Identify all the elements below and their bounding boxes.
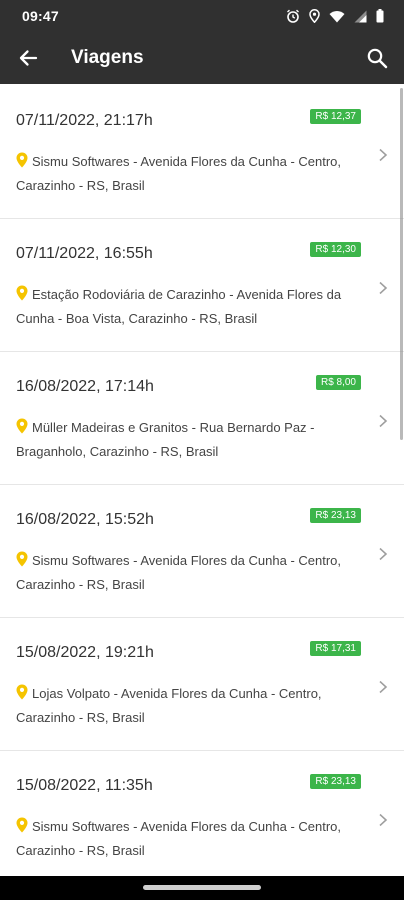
trip-address-block: Sismu Softwares - Avenida Flores da Cunh… — [16, 815, 351, 863]
status-bar: 09:47 — [0, 0, 404, 32]
app-bar: Viagens — [0, 32, 404, 84]
chevron-right-icon — [379, 281, 388, 295]
trip-item[interactable]: 07/11/2022, 21:17h R$ 12,37 Sismu Softwa… — [0, 86, 404, 219]
trip-item[interactable]: 15/08/2022, 11:35h R$ 23,13 Sismu Softwa… — [0, 751, 404, 876]
trip-address: Sismu Softwares - Avenida Flores da Cunh… — [16, 553, 342, 592]
battery-icon — [376, 9, 384, 23]
location-pin-icon — [16, 152, 28, 168]
trip-date: 07/11/2022, 16:55h — [16, 245, 153, 262]
price-badge: R$ 12,37 — [310, 109, 361, 124]
trip-item[interactable]: 16/08/2022, 15:52h R$ 23,13 Sismu Softwa… — [0, 485, 404, 618]
status-icons — [286, 9, 384, 23]
search-icon[interactable] — [366, 47, 388, 69]
trip-date: 15/08/2022, 19:21h — [16, 644, 154, 661]
location-pin-icon — [16, 418, 28, 434]
trip-address-block: Müller Madeiras e Granitos - Rua Bernard… — [16, 416, 351, 464]
trip-address-block: Sismu Softwares - Avenida Flores da Cunh… — [16, 549, 351, 597]
trip-date: 16/08/2022, 15:52h — [16, 511, 154, 528]
trip-item[interactable]: 07/11/2022, 16:55h R$ 12,30 Estação Rodo… — [0, 219, 404, 352]
trip-address: Müller Madeiras e Granitos - Rua Bernard… — [16, 420, 315, 459]
location-pin-icon — [16, 684, 28, 700]
trip-date: 07/11/2022, 21:17h — [16, 112, 153, 129]
gesture-nav-bar — [0, 876, 404, 900]
page-title: Viagens — [71, 47, 144, 68]
chevron-right-icon — [379, 680, 388, 694]
trip-address: Estação Rodoviária de Carazinho - Avenid… — [16, 287, 342, 326]
home-gesture-handle[interactable] — [143, 885, 261, 890]
arrow-left-icon[interactable] — [18, 48, 38, 68]
wifi-icon — [329, 10, 345, 22]
trip-address: Sismu Softwares - Avenida Flores da Cunh… — [16, 819, 342, 858]
trip-address-block: Estação Rodoviária de Carazinho - Avenid… — [16, 283, 351, 331]
chevron-right-icon — [379, 813, 388, 827]
trip-item[interactable]: 15/08/2022, 19:21h R$ 17,31 Lojas Volpat… — [0, 618, 404, 751]
price-badge: R$ 23,13 — [310, 508, 361, 523]
trip-address-block: Lojas Volpato - Avenida Flores da Cunha … — [16, 682, 351, 730]
location-pin-icon — [16, 285, 28, 301]
location-pin-icon — [16, 551, 28, 567]
trip-date: 15/08/2022, 11:35h — [16, 777, 153, 794]
chevron-right-icon — [379, 414, 388, 428]
trip-address: Lojas Volpato - Avenida Flores da Cunha … — [16, 686, 322, 725]
status-time: 09:47 — [22, 8, 59, 24]
trip-date: 16/08/2022, 17:14h — [16, 378, 154, 395]
location-icon — [309, 9, 320, 23]
chevron-right-icon — [379, 148, 388, 162]
alarm-icon — [287, 9, 299, 23]
trip-address-block: Sismu Softwares - Avenida Flores da Cunh… — [16, 150, 351, 198]
price-badge: R$ 23,13 — [310, 774, 361, 789]
trip-address: Sismu Softwares - Avenida Flores da Cunh… — [16, 154, 342, 193]
price-badge: R$ 17,31 — [310, 641, 361, 656]
trip-list: 07/11/2022, 21:17h R$ 12,37 Sismu Softwa… — [0, 86, 404, 876]
signal-icon — [354, 10, 367, 22]
scrollbar[interactable] — [400, 88, 403, 440]
price-badge: R$ 8,00 — [315, 375, 361, 390]
price-badge: R$ 12,30 — [310, 242, 361, 257]
location-pin-icon — [16, 817, 28, 833]
chevron-right-icon — [379, 547, 388, 561]
trip-item[interactable]: 16/08/2022, 17:14h R$ 8,00 Müller Madeir… — [0, 352, 404, 485]
